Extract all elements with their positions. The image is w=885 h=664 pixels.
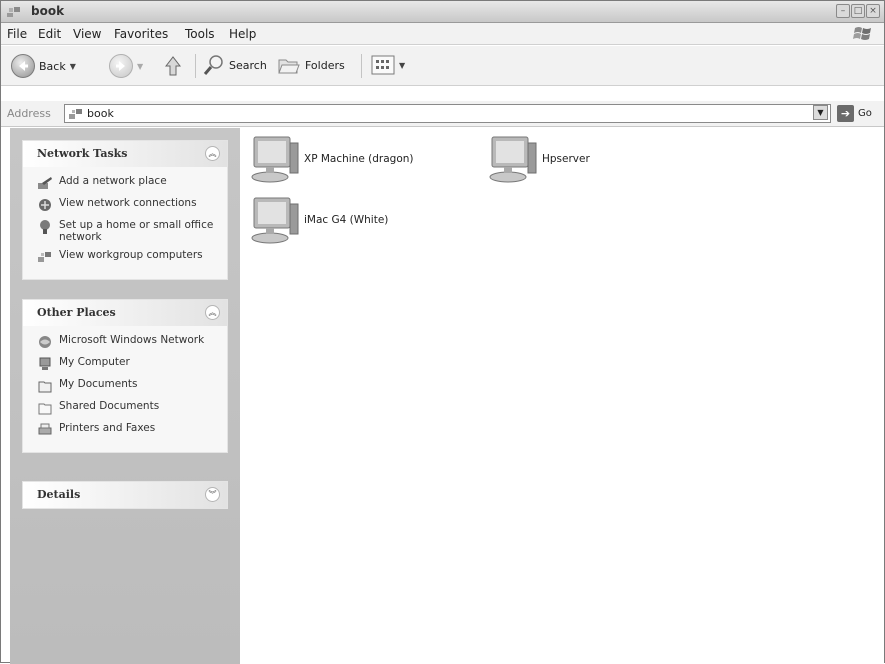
place-printers-faxes[interactable]: Printers and Faxes [37,422,217,438]
forward-dropdown-icon[interactable]: ▼ [137,62,143,71]
menu-bar: File Edit View Favorites Tools Help [1,23,884,45]
go-button[interactable]: ➔ Go [837,105,872,122]
back-button[interactable]: Back ▼ [11,54,76,78]
menu-view[interactable]: View [73,27,101,41]
details-header[interactable]: Details ︾ [23,482,227,508]
title-bar: book – □ × [1,1,884,23]
task-label: View network connections [59,197,197,209]
close-button[interactable]: × [866,4,880,18]
computer-icon [251,197,299,244]
details-title: Details [37,488,81,501]
network-computer-item[interactable]: Hpserver [486,133,590,185]
menu-edit[interactable]: Edit [38,27,61,41]
menu-tools[interactable]: Tools [185,27,215,41]
forward-arrow-icon [109,54,133,78]
views-button[interactable]: ▼ [371,54,405,76]
computer-icon [251,136,299,183]
address-bar: Address book ▼ ➔ Go [1,101,884,127]
network-tasks-header[interactable]: Network Tasks ︽ [23,141,227,167]
forward-button[interactable]: ▼ [109,54,143,78]
task-view-workgroup-computers[interactable]: View workgroup computers [37,249,217,265]
toolbar: Back ▼ ▼ Search Folders ▼ [1,46,884,86]
views-icon [371,55,395,75]
item-label: XP Machine (dragon) [304,153,414,165]
menu-favorites[interactable]: Favorites [114,27,168,41]
my-documents-icon [38,381,52,393]
network-tasks-panel: Network Tasks ︽ Add a network place View… [22,140,228,280]
other-places-panel: Other Places ︽ Microsoft Windows Network… [22,299,228,453]
item-label: Hpserver [542,153,590,165]
chevron-up-icon[interactable]: ︽ [205,305,220,320]
place-label: Microsoft Windows Network [59,334,205,346]
content-area: XP Machine (dragon) Hpserver iMac G4 (Wh… [240,128,884,664]
task-setup-home-network[interactable]: Set up a home or small office network [37,219,217,243]
item-label: iMac G4 (White) [304,214,389,226]
other-places-title: Other Places [37,306,116,319]
folders-label: Folders [305,58,345,72]
shared-documents-icon [38,403,52,415]
task-label: Add a network place [59,175,167,187]
go-arrow-icon: ➔ [837,105,854,122]
address-label: Address [7,107,51,120]
search-label: Search [229,58,267,72]
place-my-documents[interactable]: My Documents [37,378,217,394]
other-places-header[interactable]: Other Places ︽ [23,300,227,326]
menu-help[interactable]: Help [229,27,256,41]
place-label: My Documents [59,378,138,390]
task-label: View workgroup computers [59,249,203,261]
window-title: book [31,4,65,18]
go-label: Go [858,108,872,119]
chevron-down-icon[interactable]: ︾ [205,487,220,502]
network-computer-item[interactable]: iMac G4 (White) [248,194,388,246]
add-network-place-icon [38,177,52,189]
address-dropdown-icon[interactable]: ▼ [813,105,828,120]
place-label: Printers and Faxes [59,422,156,434]
my-computer-icon [39,357,51,370]
address-input[interactable]: book [64,104,831,123]
explorer-window: book – □ × File Edit View Favorites Tool… [0,0,885,664]
back-arrow-icon [11,54,35,78]
details-panel: Details ︾ [22,481,228,509]
place-label: Shared Documents [59,400,160,412]
place-label: My Computer [59,356,130,368]
task-add-network-place[interactable]: Add a network place [37,175,217,191]
minimize-button[interactable]: – [836,4,850,18]
workgroup-icon [69,109,82,119]
address-value: book [87,107,114,120]
network-computer-item[interactable]: XP Machine (dragon) [248,133,414,185]
workgroup-computers-icon [38,252,51,262]
up-folder-icon [164,56,182,76]
back-dropdown-icon[interactable]: ▼ [70,62,76,71]
task-view-network-connections[interactable]: View network connections [37,197,217,213]
windows-flag-icon [853,27,871,40]
computer-icon [489,136,537,183]
place-my-computer[interactable]: My Computer [37,356,217,372]
search-button[interactable]: Search [203,54,267,76]
folders-button[interactable]: Folders [277,54,345,76]
windows-network-icon [39,336,51,348]
back-label: Back [39,59,66,73]
task-label: Set up a home or small office network [59,219,214,243]
chevron-up-icon[interactable]: ︽ [205,146,220,161]
network-tasks-title: Network Tasks [37,147,128,160]
menu-file[interactable]: File [7,27,27,41]
views-dropdown-icon[interactable]: ▼ [399,61,405,70]
workgroup-icon [7,7,20,17]
place-shared-documents[interactable]: Shared Documents [37,400,217,416]
printers-faxes-icon [38,423,52,435]
folders-icon [278,59,300,74]
search-icon [203,55,223,75]
network-connections-icon [39,199,51,211]
home-network-setup-icon [40,220,50,234]
maximize-button[interactable]: □ [851,4,865,18]
place-windows-network[interactable]: Microsoft Windows Network [37,334,217,350]
up-folder-button[interactable] [163,54,185,78]
task-pane: Network Tasks ︽ Add a network place View… [10,128,240,664]
